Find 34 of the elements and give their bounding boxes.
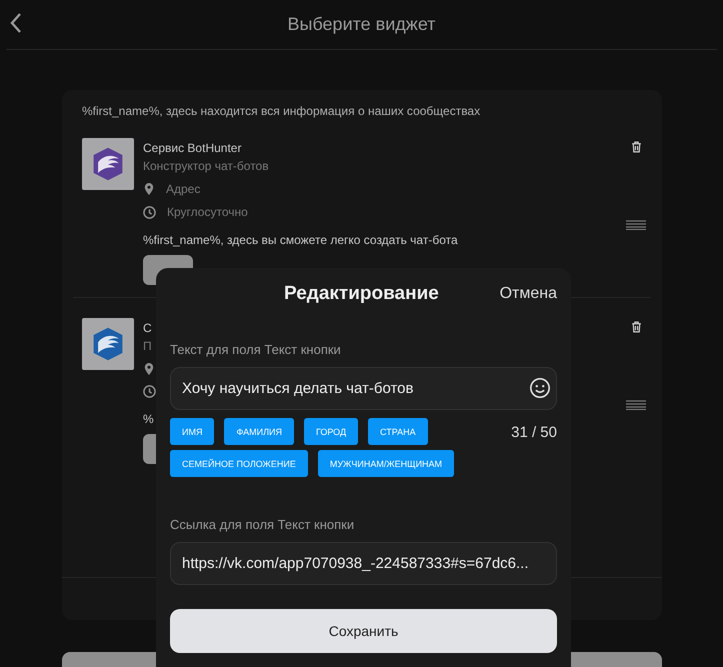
cancel-button[interactable]: Отмена	[500, 285, 557, 303]
community-subtitle: П	[143, 339, 152, 353]
drag-handle-icon[interactable]	[626, 220, 646, 230]
widget-heading: %first_name%, здесь находится вся информация о наших сообществах	[82, 104, 482, 118]
field-label: Текст для поля Текст кнопки	[170, 342, 342, 357]
back-icon[interactable]	[10, 12, 22, 34]
variable-chip[interactable]: СЕМЕЙНОЕ ПОЛОЖЕНИЕ	[170, 450, 308, 477]
address-text: Адрес	[166, 182, 200, 196]
variable-chip[interactable]: СТРАНА	[368, 418, 428, 445]
clock-icon	[143, 206, 156, 218]
save-button[interactable]: Сохранить	[170, 609, 557, 653]
trash-icon[interactable]	[630, 140, 642, 154]
drag-handle-icon[interactable]	[626, 400, 646, 410]
emoji-icon[interactable]	[529, 377, 551, 399]
variable-chip[interactable]: ГОРОД	[304, 418, 358, 445]
location-pin-icon	[143, 182, 155, 196]
community-description: %first_name%, здесь вы сможете легко создать чат-бота	[143, 233, 458, 247]
community-title: Сервис BotHunter	[143, 141, 242, 155]
dialog-title: Редактирование	[284, 283, 439, 305]
variable-chip[interactable]: ФАМИЛИЯ	[224, 418, 294, 445]
field-label: Ссылка для поля Текст кнопки	[170, 517, 356, 532]
hours-text: Круглосуточно	[167, 205, 248, 219]
variable-chip[interactable]: МУЖЧИНАМ/ЖЕНЩИНАМ	[318, 450, 454, 477]
clock-icon	[143, 385, 156, 398]
button-text-field[interactable]: Хочу научиться делать чат-ботов	[170, 367, 557, 410]
community-description: %	[143, 412, 154, 426]
community-subtitle: Конструктор чат-ботов	[143, 159, 269, 173]
link-field[interactable]: https://vk.com/app7070938_-224587333#s=67dc6...	[170, 542, 557, 585]
trash-icon[interactable]	[630, 320, 642, 334]
variable-chip[interactable]: ИМЯ	[170, 418, 214, 445]
page-title: Выберите виджет	[288, 14, 436, 35]
community-title: С	[143, 321, 152, 335]
location-pin-icon	[143, 362, 155, 376]
character-counter: 31 / 50	[511, 424, 557, 441]
